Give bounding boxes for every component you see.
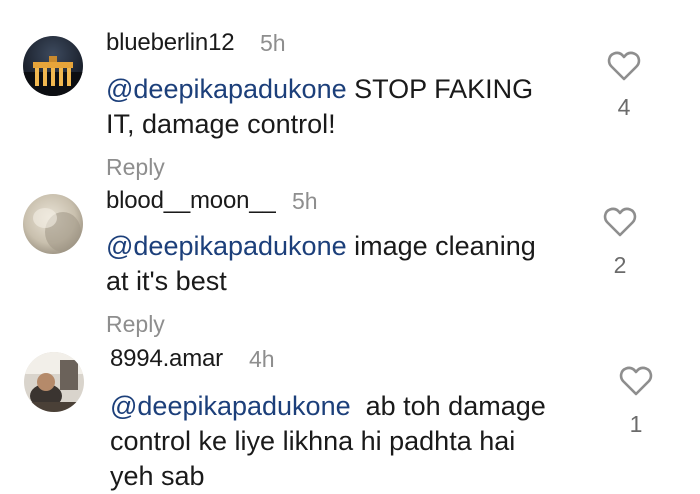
heart-outline-icon [603, 207, 637, 237]
avatar-image [24, 352, 84, 412]
avatar-image [23, 194, 83, 254]
like-button[interactable] [607, 50, 641, 82]
comment-text-part: ab toh damage [350, 391, 546, 421]
comment-username[interactable]: blood__moon__ [106, 187, 276, 215]
like-button[interactable] [619, 365, 653, 397]
comment-text: @deepikapadukone STOP FAKING IT, damage … [106, 72, 533, 142]
comment-text-part: yeh sab [110, 461, 205, 491]
mention-link[interactable]: @deepikapadukone [106, 74, 347, 104]
comment-text-part: at it's best [106, 266, 227, 296]
avatar-image [23, 36, 83, 96]
like-count: 4 [617, 94, 631, 120]
mention-link[interactable]: @deepikapadukone [110, 391, 351, 421]
like-button[interactable] [603, 206, 637, 238]
comment-timestamp: 5h [260, 30, 286, 56]
comment-text-part: control ke liye likhna hi padhta hai [110, 426, 516, 456]
comment-text-part: image cleaning [346, 231, 536, 261]
like-count: 2 [613, 252, 627, 278]
comment-timestamp: 4h [249, 346, 275, 372]
heart-outline-icon [619, 366, 653, 396]
avatar[interactable] [23, 36, 83, 96]
comment-username[interactable]: 8994.amar [110, 345, 223, 373]
like-count: 1 [629, 411, 643, 437]
comment-username[interactable]: blueberlin12 [106, 29, 235, 57]
comment-timestamp: 5h [292, 188, 318, 214]
reply-button[interactable]: Reply [106, 154, 165, 181]
comment-text-part: STOP FAKING [346, 74, 534, 104]
reply-button[interactable]: Reply [106, 311, 165, 338]
comment-text: @deepikapadukone image cleaning at it's … [106, 229, 536, 299]
comment-text-part: IT, damage control! [106, 109, 336, 139]
avatar[interactable] [23, 194, 83, 254]
mention-link[interactable]: @deepikapadukone [106, 231, 347, 261]
comment-text: @deepikapadukone ab toh damage control k… [110, 389, 546, 494]
heart-outline-icon [607, 51, 641, 81]
avatar[interactable] [24, 352, 84, 412]
